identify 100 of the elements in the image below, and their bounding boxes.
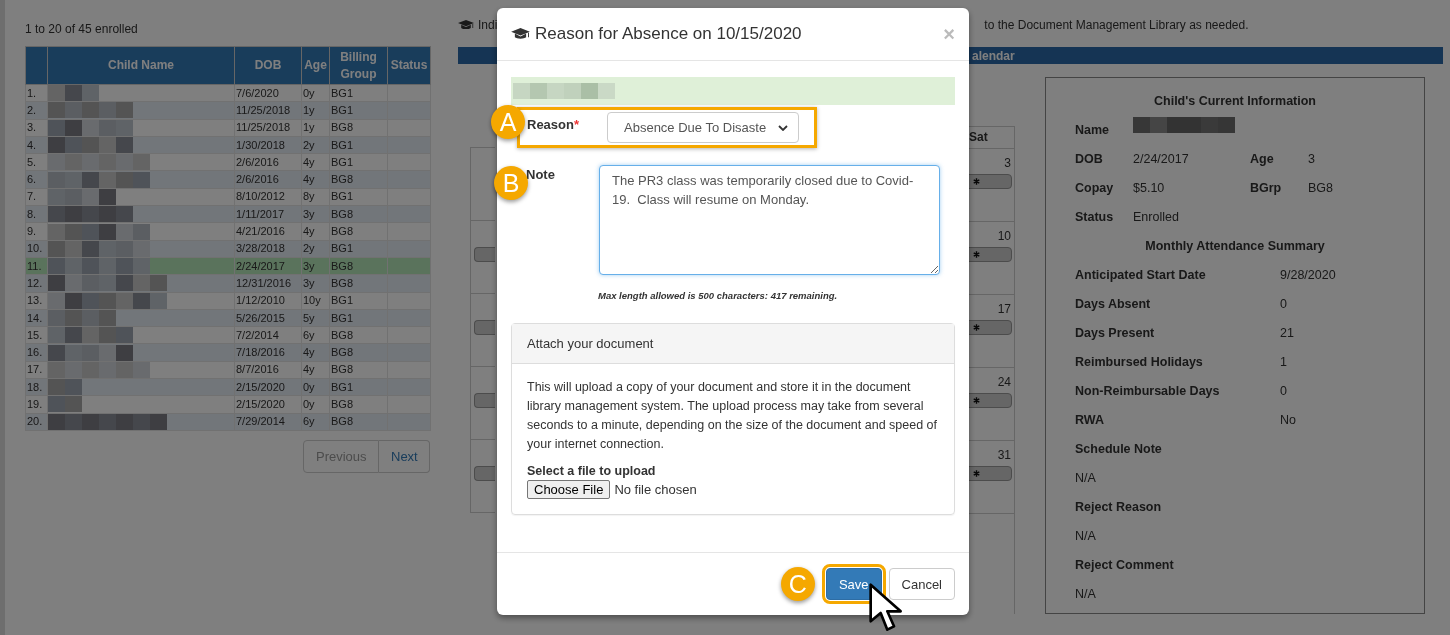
field-label: Days Present xyxy=(1075,325,1156,342)
field-value: 21 xyxy=(1280,325,1294,342)
table-cell: 7/2/2014 xyxy=(234,326,302,344)
file-status: No file chosen xyxy=(614,482,697,497)
table-cell: BG1 xyxy=(329,292,388,310)
field-label: Copay xyxy=(1075,180,1115,197)
cancel-button[interactable]: Cancel xyxy=(888,568,955,600)
table-cell: BG8 xyxy=(329,205,388,223)
note-field[interactable]: The PR3 class was temporarily closed due to Covid-19. Class will resume on Monday. xyxy=(599,165,940,275)
field-label: Name xyxy=(1075,122,1111,139)
next-button[interactable]: Next xyxy=(379,439,430,473)
table-cell: 1y xyxy=(301,101,330,120)
choose-file-button[interactable]: Choose File xyxy=(527,480,611,499)
table-cell: BG1 xyxy=(329,309,388,327)
asterisk-icon xyxy=(973,397,981,404)
section-title: Monthly Attendance Summary xyxy=(1144,238,1326,255)
table-cell: 3y xyxy=(301,274,330,293)
table-cell: 12. xyxy=(25,274,48,293)
table-cell: 4/21/2016 xyxy=(234,222,302,241)
marker-badge: C xyxy=(780,567,815,601)
graduation-cap-icon xyxy=(511,26,530,42)
attendance-bar[interactable] xyxy=(967,247,1012,262)
asterisk-icon xyxy=(973,470,981,477)
table-cell: 7. xyxy=(25,188,48,206)
column-header xyxy=(25,46,48,85)
column-header[interactable]: Status xyxy=(387,46,431,85)
table-cell: 17. xyxy=(25,361,48,379)
table-cell: BG8 xyxy=(329,257,388,275)
calendar-cell[interactable] xyxy=(470,440,495,513)
table-cell: 2/6/2016 xyxy=(234,153,302,171)
table-cell: 2. xyxy=(25,101,48,120)
column-header[interactable]: Child Name xyxy=(47,46,235,85)
upload-description: This will upload a copy of your document and store it in the document library management system. The upload process may take from several seconds to a minute, depending on the size of the document and speed of your internet connection. xyxy=(527,379,938,453)
calendar-cell[interactable] xyxy=(470,221,495,294)
attendance-bar[interactable] xyxy=(967,174,1012,189)
field-label: Non-Reimbursable Days xyxy=(1075,383,1221,400)
table-cell: 3. xyxy=(25,119,48,137)
table-cell: 5/26/2015 xyxy=(234,309,302,327)
marker-badge: B xyxy=(494,166,528,200)
table-cell: 4y xyxy=(301,343,330,362)
attendance-bar[interactable] xyxy=(967,466,1012,481)
table-cell: 4y xyxy=(301,153,330,171)
table-cell: 2/6/2016 xyxy=(234,171,302,189)
panel-title: Child's Current Information xyxy=(1153,93,1317,110)
table-cell: BG8 xyxy=(329,413,388,431)
table-cell: 8y xyxy=(301,188,330,206)
table-cell: BG8 xyxy=(329,274,388,293)
field-label: Schedule Note xyxy=(1075,441,1162,458)
table-cell: 15. xyxy=(25,326,48,344)
attendance-bar[interactable] xyxy=(967,320,1012,335)
day-number: 24 xyxy=(996,374,1012,389)
field-label: DOB xyxy=(1075,151,1104,168)
field-value: No xyxy=(1280,412,1296,429)
table-cell: 6y xyxy=(301,326,330,344)
asterisk-icon xyxy=(973,178,981,185)
table-cell: BG1 xyxy=(329,188,388,206)
field-label: Status xyxy=(1075,209,1115,226)
column-header[interactable]: Age xyxy=(301,46,330,85)
table-cell: 8/10/2012 xyxy=(234,188,302,206)
column-header[interactable]: DOB xyxy=(234,46,302,85)
column-header[interactable]: Billing Group xyxy=(329,46,388,85)
day-number: 3 xyxy=(1003,155,1012,170)
table-cell: 1/12/2010 xyxy=(234,292,302,310)
table-cell: BG8 xyxy=(329,171,388,189)
calendar-cell[interactable] xyxy=(470,148,495,221)
instruction-text: to the Document Management Library as needed. xyxy=(984,18,1249,32)
field-value: 9/28/2020 xyxy=(1280,267,1336,284)
reason-dropdown[interactable]: Absence Due To Disaste xyxy=(607,112,799,143)
table-cell: 1/11/2017 xyxy=(234,205,302,223)
field-value: $5.10 xyxy=(1133,180,1166,197)
asterisk-icon xyxy=(973,251,981,258)
table-cell: 19. xyxy=(25,395,48,414)
table-cell: 2/15/2020 xyxy=(234,378,302,396)
field-label: Reimbursed Holidays xyxy=(1075,354,1204,371)
table-cell: 9. xyxy=(25,222,48,241)
field-label: Reject Comment xyxy=(1075,557,1174,574)
table-cell: 3/28/2018 xyxy=(234,240,302,258)
instruction-text: Indi xyxy=(478,18,498,32)
day-number: 10 xyxy=(996,228,1012,243)
calendar-cell[interactable] xyxy=(470,367,495,440)
chevron-down-icon xyxy=(778,124,788,131)
table-cell: 4. xyxy=(25,136,48,154)
table-cell: BG8 xyxy=(329,343,388,362)
field-label: BGrp xyxy=(1250,180,1283,197)
table-cell: 5y xyxy=(301,309,330,327)
day-number: 31 xyxy=(996,447,1012,462)
table-cell: BG8 xyxy=(329,326,388,344)
attendance-bar[interactable] xyxy=(967,393,1012,408)
table-cell: 4y xyxy=(301,361,330,379)
field-value: 2/24/2017 xyxy=(1133,151,1190,168)
calendar-cell[interactable] xyxy=(470,294,495,367)
table-cell: 12/31/2016 xyxy=(234,274,302,293)
table-cell: 2/24/2017 xyxy=(234,257,302,275)
table-cell: 13. xyxy=(25,292,48,310)
asterisk-icon xyxy=(973,324,981,331)
marker-badge: A xyxy=(491,105,525,139)
table-cell: BG1 xyxy=(329,136,388,154)
table-cell: 2y xyxy=(301,136,330,154)
table-cell: BG1 xyxy=(329,153,388,171)
field-label: Anticipated Start Date xyxy=(1075,267,1207,284)
